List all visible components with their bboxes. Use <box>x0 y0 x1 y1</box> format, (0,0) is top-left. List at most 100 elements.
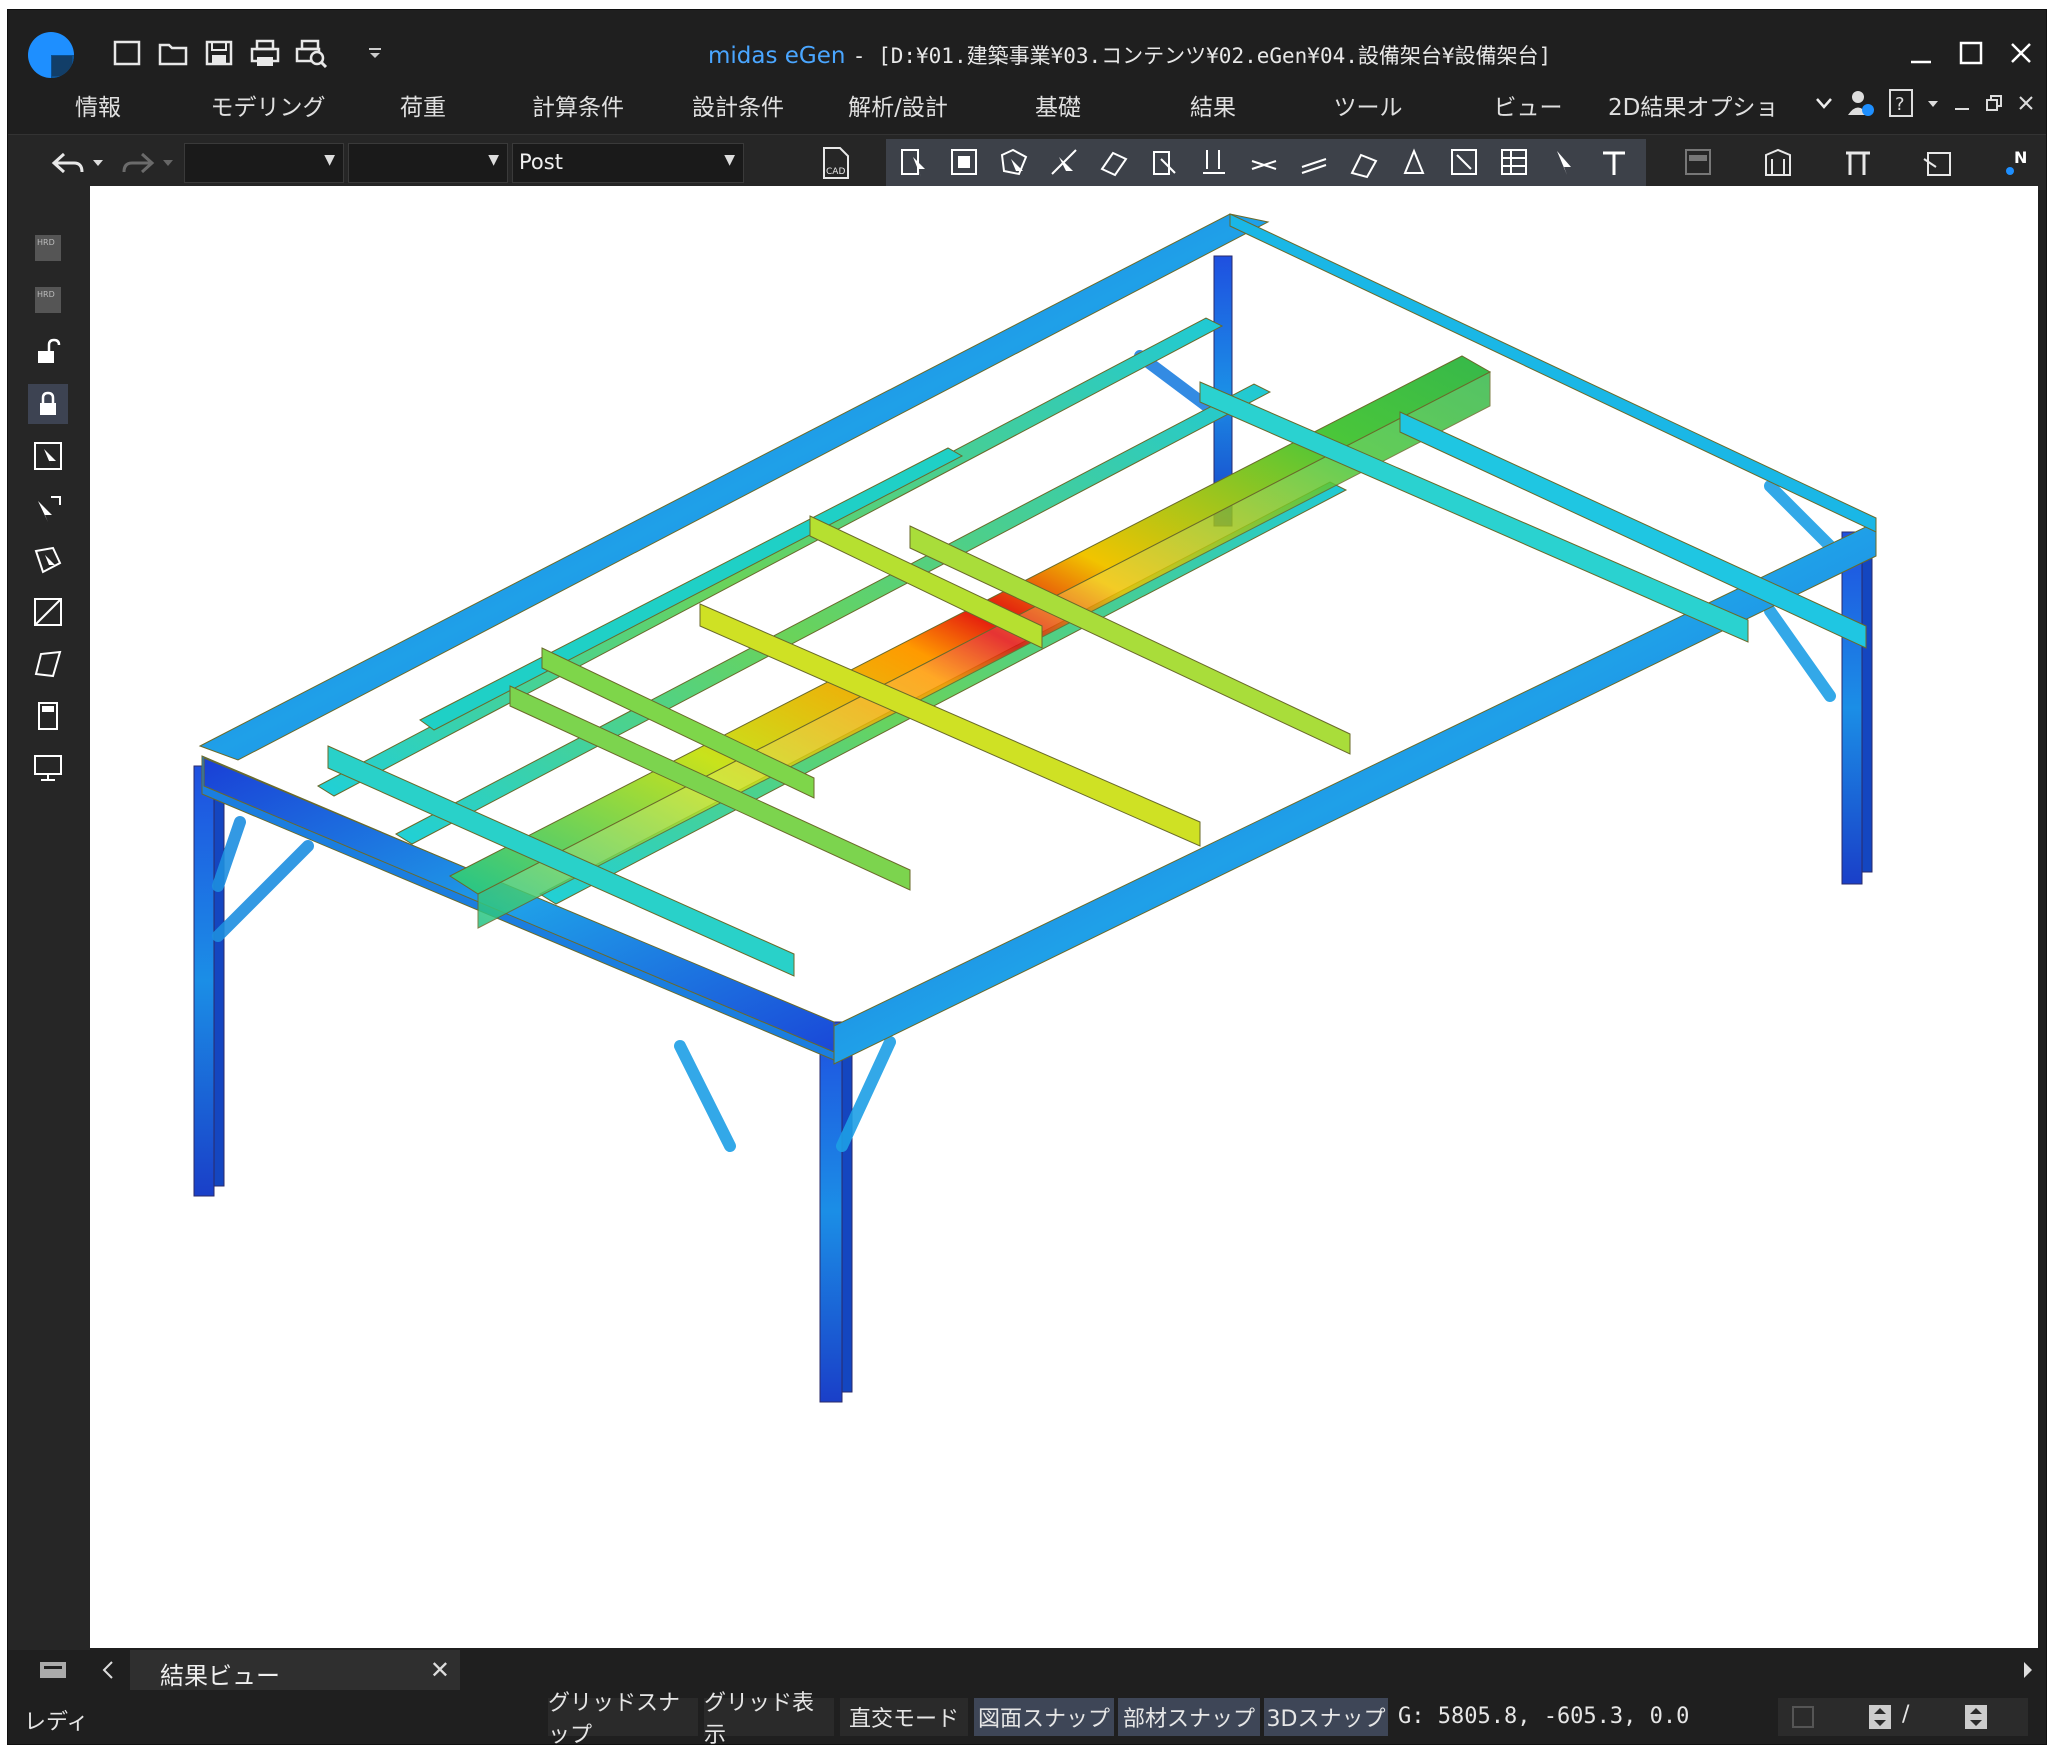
file-path: - [D:¥01.建築事業¥03.コンテンツ¥02.eGen¥04.設備架台¥設… <box>852 44 1552 68</box>
menu-right-controls: ? <box>1814 88 2036 122</box>
ortho-mode-button[interactable]: 直交モード <box>840 1698 968 1736</box>
close-icon[interactable] <box>2006 38 2036 68</box>
columns <box>193 255 1873 1403</box>
doc-restore-icon[interactable] <box>1984 93 2004 117</box>
coordinate-readout: G: 5805.8, -605.3, 0.0 <box>1398 1704 1690 1729</box>
hard-copy-icon[interactable]: HRD <box>28 228 68 268</box>
midas-logo-icon[interactable] <box>26 30 76 80</box>
menu-2d-result-options[interactable]: 2D結果オプショ <box>1608 88 1778 122</box>
application-window: midas eGen - [D:¥01.建築事業¥03.コンテンツ¥02.eGe… <box>7 9 2047 1748</box>
hard-copy-2-icon[interactable]: HRD <box>28 280 68 320</box>
print-preview-icon[interactable] <box>292 36 330 70</box>
select-table-icon[interactable] <box>1494 143 1534 183</box>
select-intersect-icon[interactable] <box>1044 143 1084 183</box>
section-view-icon[interactable] <box>1838 143 1878 183</box>
undo-icon[interactable] <box>48 143 88 183</box>
menu-tools[interactable]: ツール <box>1288 88 1448 122</box>
text-tool-icon[interactable] <box>1594 143 1634 183</box>
select-story-icon[interactable] <box>1294 143 1334 183</box>
window-controls <box>1906 38 2036 68</box>
select-element-icon[interactable] <box>1444 143 1484 183</box>
polygon-select-icon[interactable] <box>28 540 68 580</box>
drawing-snap-button[interactable]: 図面スナップ <box>974 1698 1114 1736</box>
mode-select[interactable]: Post ▼ <box>512 143 744 183</box>
help-icon[interactable]: ? <box>1888 88 1914 122</box>
grid-snap-button[interactable]: グリッドスナップ <box>548 1691 698 1748</box>
print-icon[interactable] <box>246 36 284 70</box>
frame-view-icon[interactable] <box>1758 143 1798 183</box>
undo-dropdown-icon[interactable] <box>88 143 108 183</box>
chevron-down-icon: ▼ <box>724 152 735 168</box>
pointer-icon[interactable] <box>1544 143 1584 183</box>
menu-view[interactable]: ビュー <box>1448 88 1608 122</box>
north-arrow-icon[interactable]: N <box>1998 143 2038 183</box>
doc-minimize-icon[interactable] <box>1952 93 1972 117</box>
menu-load[interactable]: 荷重 <box>348 88 498 122</box>
menu-calc-conditions[interactable]: 計算条件 <box>498 88 658 122</box>
close-icon[interactable]: ✕ <box>430 1656 450 1684</box>
select-floor-icon[interactable] <box>1244 143 1284 183</box>
monitor-icon[interactable] <box>28 748 68 788</box>
document-tab-strip: 結果ビュー ✕ <box>8 1650 2046 1690</box>
main-toolbar: ▼ ▼ Post ▼ CAD N <box>8 134 2046 190</box>
select-polygon-icon[interactable] <box>994 143 1034 183</box>
open-folder-icon[interactable] <box>154 36 192 70</box>
menu-modeling[interactable]: モデリング <box>188 88 348 122</box>
calculator-icon[interactable] <box>28 696 68 736</box>
tab-result-view[interactable]: 結果ビュー ✕ <box>130 1650 460 1690</box>
panel-toggle-icon[interactable] <box>38 1658 68 1686</box>
load-case-select[interactable]: ▼ <box>184 143 344 183</box>
menu-info[interactable]: 情報 <box>8 88 188 122</box>
status-ready: レディ <box>24 1710 89 1735</box>
app-name: midas eGen <box>708 43 846 69</box>
select-volume-icon[interactable] <box>1144 143 1184 183</box>
result-viewport[interactable] <box>90 186 2038 1648</box>
menu-results[interactable]: 結果 <box>1138 88 1288 122</box>
spinner-icon[interactable] <box>1868 1704 1892 1734</box>
quick-access-toolbar <box>108 36 394 70</box>
tab-scroll-right-icon[interactable] <box>2020 1658 2036 1686</box>
unlock-icon[interactable] <box>28 332 68 372</box>
help-dropdown-icon[interactable] <box>1926 96 1940 115</box>
plane-select-icon[interactable] <box>28 644 68 684</box>
unit-checkbox[interactable] <box>1792 1706 1814 1728</box>
user-account-icon[interactable] <box>1846 88 1876 122</box>
unit-controls: / <box>1778 1698 2028 1736</box>
select-plane-icon[interactable] <box>1094 143 1134 183</box>
grid-display-button[interactable]: グリッド表示 <box>704 1691 834 1748</box>
menu-design-conditions[interactable]: 設計条件 <box>658 88 818 122</box>
save-icon[interactable] <box>200 36 238 70</box>
window-title: midas eGen - [D:¥01.建築事業¥03.コンテンツ¥02.eGe… <box>708 40 1551 70</box>
redo-dropdown-icon[interactable] <box>158 143 178 183</box>
intersect-select-icon[interactable] <box>28 592 68 632</box>
new-file-icon[interactable] <box>108 36 146 70</box>
maximize-icon[interactable] <box>1956 38 1986 68</box>
select-all-icon[interactable] <box>28 436 68 476</box>
3d-snap-button[interactable]: 3Dスナップ <box>1264 1698 1388 1736</box>
member-snap-button[interactable]: 部材スナップ <box>1118 1698 1260 1736</box>
customize-dropdown-icon[interactable] <box>356 36 394 70</box>
select-member-icon[interactable] <box>1194 143 1234 183</box>
spinner-icon[interactable] <box>1964 1704 1988 1734</box>
lock-icon[interactable] <box>28 384 68 424</box>
tab-scroll-left-icon[interactable] <box>100 1658 116 1686</box>
select-group-icon[interactable] <box>1344 143 1384 183</box>
chevron-down-icon: ▼ <box>324 152 335 168</box>
svg-text:?: ? <box>1895 94 1905 115</box>
unit-separator: / <box>1902 1702 1910 1727</box>
chevron-down-icon[interactable] <box>1814 93 1834 117</box>
doc-close-icon[interactable] <box>2016 93 2036 117</box>
redo-icon[interactable] <box>118 143 158 183</box>
select-node-icon[interactable] <box>1394 143 1434 183</box>
cad-icon[interactable]: CAD <box>816 143 856 183</box>
select-window-icon[interactable] <box>944 143 984 183</box>
minimize-icon[interactable] <box>1906 38 1936 68</box>
tab-label: 結果ビュー <box>160 1662 280 1690</box>
element-info-icon[interactable] <box>1918 143 1958 183</box>
select-icon[interactable] <box>894 143 934 183</box>
step-select[interactable]: ▼ <box>348 143 508 183</box>
previous-select-icon[interactable] <box>28 488 68 528</box>
menu-analysis-design[interactable]: 解析/設計 <box>818 88 978 122</box>
display-toggle-icon[interactable] <box>1678 143 1718 183</box>
menu-foundation[interactable]: 基礎 <box>978 88 1138 122</box>
